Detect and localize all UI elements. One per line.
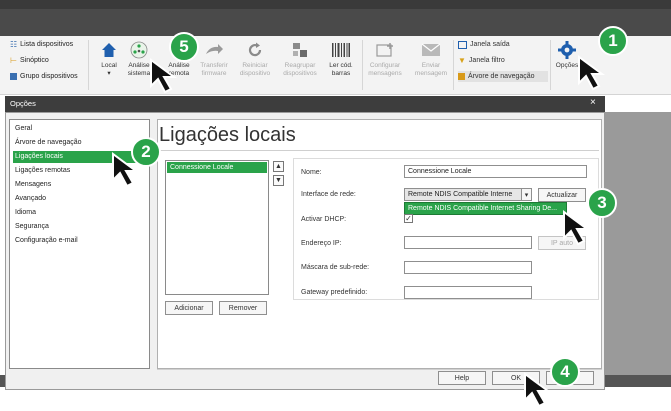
regroup-devices-button[interactable]: Reagrupar dispositivos	[279, 38, 321, 90]
nav-item-advanced[interactable]: Avançado	[13, 193, 148, 205]
nav-item-email-config[interactable]: Configuração e-mail	[13, 235, 148, 247]
checkmark-icon: ✓	[405, 214, 412, 223]
cursor-arrow-icon	[150, 58, 178, 94]
dialog-titlebar: Opções ×	[5, 96, 605, 112]
regroup-icon	[293, 43, 307, 57]
close-icon[interactable]: ×	[590, 97, 596, 108]
help-button[interactable]: Help	[438, 371, 486, 385]
send-message-button[interactable]: Enviar mensagem	[410, 38, 452, 90]
title-divider	[159, 150, 599, 151]
list-item[interactable]: Connessione Locale	[167, 162, 267, 173]
window-icon	[458, 40, 467, 49]
nav-item-security[interactable]: Segurança	[13, 221, 148, 233]
dialog-title: Opções	[10, 99, 36, 108]
gateway-label: Gateway predefinido:	[301, 289, 368, 296]
read-barcode-button[interactable]: Ler cód. barras	[320, 38, 362, 90]
name-label: Nome:	[301, 169, 322, 176]
name-field[interactable]: Connessione Locale	[404, 165, 587, 178]
app-titlebar	[0, 0, 671, 36]
refresh-icon	[248, 42, 262, 57]
connections-list: Connessione Locale	[165, 160, 269, 295]
cursor-arrow-icon	[563, 210, 591, 246]
home-icon	[102, 43, 116, 57]
envelope-icon	[421, 43, 441, 56]
background-white	[0, 387, 671, 411]
add-button[interactable]: Adicionar	[165, 301, 213, 315]
configure-messages-button[interactable]: Configurar mensagens	[364, 38, 406, 90]
cursor-arrow-icon	[112, 152, 140, 188]
filter-icon: ▼	[458, 56, 466, 65]
ip-label: Endereço IP:	[301, 240, 342, 247]
ip-field[interactable]	[404, 236, 532, 249]
barcode-icon	[332, 43, 350, 57]
synoptic-item[interactable]: ⊢ Sinóptico	[10, 55, 49, 66]
filter-window-toggle[interactable]: ▼ Janela filtro	[458, 55, 548, 66]
background-area	[601, 112, 671, 411]
page-title: Ligações locais	[159, 124, 296, 146]
gateway-field[interactable]	[404, 286, 532, 299]
cursor-arrow-icon	[578, 55, 606, 91]
ribbon-toolbar: ☷ Lista dispositivos ⊢ Sinóptico Grupo d…	[0, 36, 671, 95]
interface-label: Interface de rede:	[301, 191, 356, 198]
group-icon	[10, 73, 17, 80]
subnet-mask-field[interactable]	[404, 261, 532, 274]
subnet-mask-label: Máscara de sub-rede:	[301, 264, 370, 271]
cursor-arrow-icon	[524, 372, 552, 408]
output-window-toggle[interactable]: Janela saída	[458, 39, 548, 50]
update-button[interactable]: Actualizar	[538, 188, 586, 202]
arrow-down-icon: ▼	[275, 177, 282, 184]
tree-panel-icon	[458, 73, 465, 80]
tree-icon: ⊢	[10, 56, 17, 65]
nav-item-language[interactable]: Idioma	[13, 207, 148, 219]
dhcp-checkbox[interactable]: ✓	[404, 214, 413, 223]
connection-settings-box	[293, 158, 599, 300]
network-scan-icon	[130, 41, 148, 59]
move-up-button[interactable]: ▲	[273, 161, 284, 172]
transfer-firmware-button[interactable]: Transferir firmware	[193, 38, 235, 90]
arrow-up-icon: ▲	[275, 163, 282, 170]
restart-device-button[interactable]: Reiniciar dispositivo	[234, 38, 276, 90]
navigation-tree-toggle[interactable]: Árvore de navegação	[458, 71, 548, 82]
remove-button[interactable]: Remover	[219, 301, 267, 315]
arrow-right-icon	[206, 44, 223, 54]
message-config-icon	[376, 43, 393, 57]
move-down-button[interactable]: ▼	[273, 175, 284, 186]
callout-badge-1: 1	[598, 26, 628, 56]
list-icon: ☷	[10, 40, 18, 49]
nav-item-navigation-tree[interactable]: Árvore de navegação	[13, 137, 148, 149]
dhcp-label: Activar DHCP:	[301, 216, 347, 223]
nav-item-general[interactable]: Geral	[13, 123, 148, 135]
interface-select[interactable]: Remote NDIS Compatible Interne	[404, 188, 532, 201]
chevron-down-icon[interactable]: ▾	[521, 188, 532, 201]
interface-dropdown-option[interactable]: Remote NDIS Compatible Internet Sharing …	[404, 202, 567, 215]
gear-icon	[558, 41, 576, 59]
device-group-item[interactable]: Grupo dispositivos	[10, 71, 78, 82]
device-list-item[interactable]: ☷ Lista dispositivos	[10, 39, 73, 50]
